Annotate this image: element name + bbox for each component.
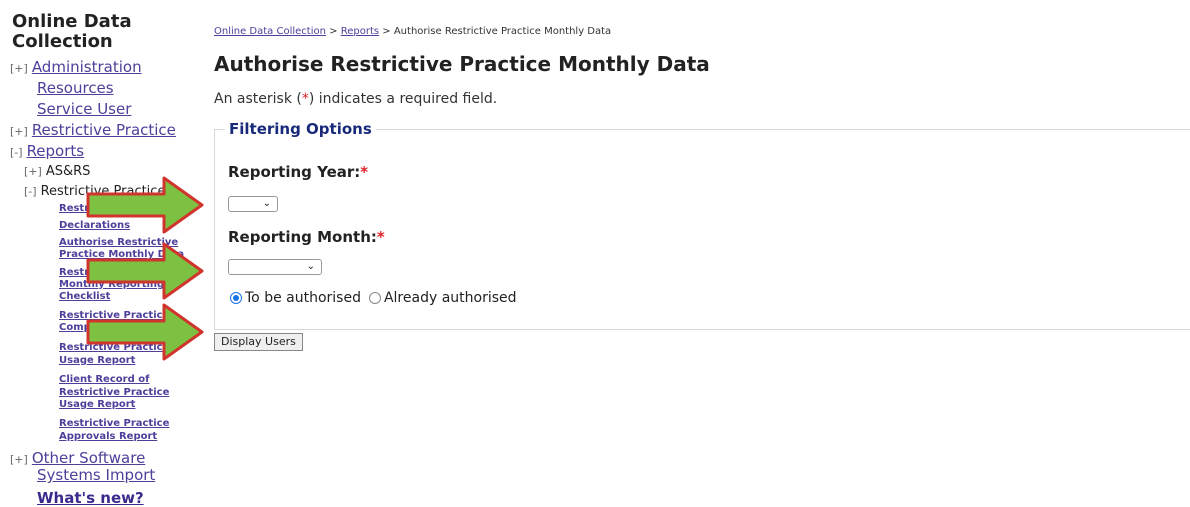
sidebar-item-reports[interactable]: [-] Reports	[10, 142, 84, 160]
sidebar-subitem[interactable]: Usage Report	[59, 399, 135, 410]
required-star: *	[376, 228, 385, 246]
breadcrumb-home-link[interactable]: Online Data Collection	[214, 26, 326, 37]
annotation-arrow-icon	[86, 176, 204, 234]
whats-new-link[interactable]: What's new?	[37, 489, 144, 507]
display-users-button[interactable]: Display Users	[214, 333, 303, 351]
radio-to-be-authorised-label[interactable]: To be authorised	[245, 290, 361, 306]
radio-to-be-authorised[interactable]	[230, 292, 242, 304]
sidebar-link-restrictive-practice[interactable]: Restrictive Practice	[32, 121, 176, 139]
sidebar-item-whats-new[interactable]: What's new?	[37, 488, 144, 507]
expand-toggle[interactable]: [+]	[10, 453, 28, 466]
breadcrumb-current: Authorise Restrictive Practice Monthly D…	[393, 26, 612, 37]
expand-toggle[interactable]: [+]	[10, 62, 28, 75]
radio-already-authorised-label[interactable]: Already authorised	[384, 290, 517, 306]
annotation-arrow-icon	[86, 242, 204, 300]
breadcrumb-reports-link[interactable]: Reports	[341, 26, 379, 37]
sidebar-item-service-user[interactable]: Service User	[37, 100, 131, 118]
sidebar-item-administration[interactable]: [+] Administration	[10, 58, 142, 76]
collapse-toggle[interactable]: [-]	[10, 146, 23, 159]
sidebar-subitem[interactable]: Restrictive Practice	[59, 387, 169, 398]
chevron-down-icon: ⌄	[262, 198, 271, 209]
required-field-note: An asterisk (*) indicates a required fie…	[214, 91, 498, 107]
required-star: *	[301, 91, 309, 107]
required-star: *	[360, 163, 369, 181]
sidebar-subitem[interactable]: Restrictive Practice	[59, 418, 169, 429]
sidebar-item-resources[interactable]: Resources	[37, 79, 114, 97]
sidebar-link-resources[interactable]: Resources	[37, 79, 114, 97]
collapse-toggle[interactable]: [-]	[24, 185, 37, 198]
breadcrumb-separator: >	[382, 26, 391, 37]
sidebar-subitem[interactable]: Approvals Report	[59, 431, 157, 442]
sidebar-item-systems-import[interactable]: Systems Import	[37, 466, 155, 484]
sidebar-link-reports[interactable]: Reports	[27, 142, 85, 160]
annotation-arrow-icon	[86, 303, 204, 361]
reporting-year-select[interactable]: ⌄	[228, 196, 278, 212]
chevron-down-icon: ⌄	[306, 261, 315, 272]
app-title: Online Data Collection	[12, 11, 132, 52]
sidebar-item-asrs[interactable]: [+] AS&RS	[24, 164, 90, 179]
radio-already-authorised[interactable]	[368, 292, 381, 304]
breadcrumb-separator: >	[329, 26, 338, 37]
sidebar-label-asrs[interactable]: AS&RS	[46, 164, 91, 179]
expand-toggle[interactable]: [+]	[24, 165, 42, 178]
sidebar-link-other-software[interactable]: Other Software	[32, 449, 145, 467]
filtering-options-legend: Filtering Options	[229, 120, 372, 138]
reporting-month-select[interactable]: ⌄	[228, 259, 322, 275]
sidebar-link-systems-import[interactable]: Systems Import	[37, 466, 155, 484]
sidebar-link-service-user[interactable]: Service User	[37, 100, 131, 118]
sidebar-item-other-software[interactable]: [+] Other Software	[10, 449, 145, 467]
sidebar-subitem[interactable]: Client Record of	[59, 374, 149, 385]
reporting-year-label: Reporting Year:*	[228, 163, 369, 181]
expand-toggle[interactable]: [+]	[10, 125, 28, 138]
authorisation-status-group: To be authorised Already authorised	[230, 290, 517, 306]
sidebar-link-administration[interactable]: Administration	[32, 58, 142, 76]
reporting-month-label: Reporting Month:*	[228, 228, 385, 246]
page-title: Authorise Restrictive Practice Monthly D…	[214, 52, 710, 76]
breadcrumb: Online Data Collection > Reports > Autho…	[214, 26, 611, 37]
sidebar-item-restrictive-practice[interactable]: [+] Restrictive Practice	[10, 121, 176, 139]
